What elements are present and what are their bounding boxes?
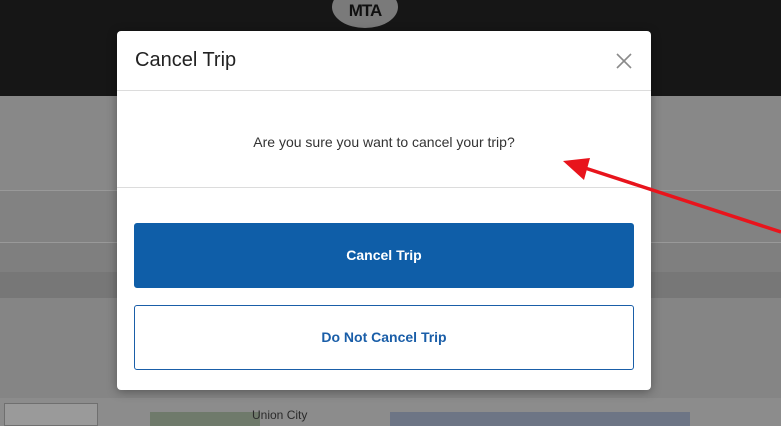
dialog-title: Cancel Trip	[135, 49, 237, 71]
map-tile	[150, 412, 260, 426]
cancel-trip-dialog: Cancel Trip Are you sure you want to can…	[117, 31, 651, 390]
dialog-message: Are you sure you want to cancel your tri…	[253, 134, 515, 150]
map-label: Union City	[252, 408, 308, 422]
do-not-cancel-trip-button[interactable]: Do Not Cancel Trip	[134, 305, 634, 370]
background-panel	[4, 403, 98, 426]
close-icon[interactable]	[612, 49, 636, 73]
map-tile	[390, 412, 690, 426]
mta-logo[interactable]: MTA	[332, 0, 398, 28]
dialog-header: Cancel Trip	[117, 31, 651, 91]
dialog-body: Are you sure you want to cancel your tri…	[117, 91, 651, 188]
cancel-trip-button[interactable]: Cancel Trip	[134, 223, 634, 288]
close-button[interactable]	[612, 49, 636, 73]
